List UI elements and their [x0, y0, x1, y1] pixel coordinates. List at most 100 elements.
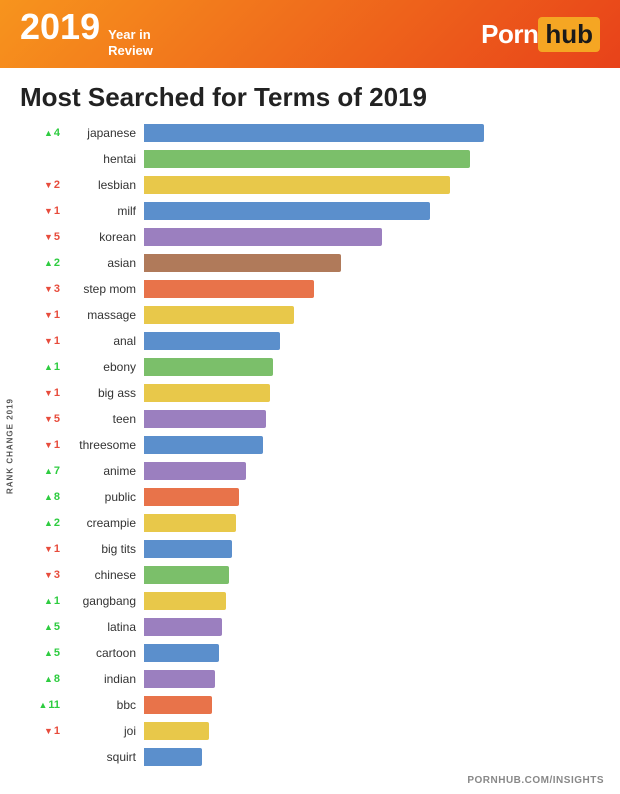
chart-row: 3step mom [20, 277, 610, 301]
chart-row: 2asian [20, 251, 610, 275]
rank-change: 1 [20, 361, 64, 373]
bar [144, 228, 382, 246]
bar-area [144, 696, 610, 714]
bar [144, 306, 294, 324]
rank-change: 8 [20, 673, 64, 685]
arrow-down-icon [44, 179, 53, 191]
bar-area [144, 722, 610, 740]
bar-area [144, 150, 610, 168]
bar [144, 332, 280, 350]
rank-change: 8 [20, 491, 64, 503]
rank-change: 2 [20, 257, 64, 269]
bar [144, 540, 232, 558]
rank-change: 1 [20, 387, 64, 399]
arrow-down-icon [44, 439, 53, 451]
chart-container: RANK CHANGE 2019 4japanesehentai2lesbian… [0, 121, 620, 771]
chart-row: 1gangbang [20, 589, 610, 613]
chart-row: 1joi [20, 719, 610, 743]
logo-hub: hub [538, 17, 600, 52]
chart-row: 5teen [20, 407, 610, 431]
chart-row: 2lesbian [20, 173, 610, 197]
bar-area [144, 540, 610, 558]
bar [144, 280, 314, 298]
rank-change: 3 [20, 569, 64, 581]
rank-change: 1 [20, 205, 64, 217]
header: 2019 Year in Review Porn hub [0, 0, 620, 68]
arrow-down-icon [44, 569, 53, 581]
rank-change: 1 [20, 439, 64, 451]
bar-area [144, 228, 610, 246]
arrow-down-icon [44, 231, 53, 243]
bar [144, 644, 219, 662]
chart-row: 4japanese [20, 121, 610, 145]
rank-change: 11 [20, 699, 64, 711]
term-label: big tits [64, 542, 144, 556]
arrow-up-icon [44, 517, 53, 529]
chart-row: 5cartoon [20, 641, 610, 665]
arrow-down-icon [44, 387, 53, 399]
year-subtitle: Year in Review [108, 27, 153, 58]
bar [144, 696, 212, 714]
chart-row: 1milf [20, 199, 610, 223]
bar [144, 202, 430, 220]
arrow-down-icon [44, 205, 53, 217]
chart-row: 1anal [20, 329, 610, 353]
bar-area [144, 384, 610, 402]
arrow-down-icon [44, 309, 53, 321]
bar-area [144, 618, 610, 636]
chart-row: squirt [20, 745, 610, 769]
rank-change: 7 [20, 465, 64, 477]
bar-area [144, 358, 610, 376]
arrow-up-icon [44, 127, 53, 139]
term-label: anime [64, 464, 144, 478]
bar-area [144, 670, 610, 688]
bar-area [144, 488, 610, 506]
chart-row: 3chinese [20, 563, 610, 587]
rank-change: 5 [20, 413, 64, 425]
chart-row: 8indian [20, 667, 610, 691]
chart-row: 1big ass [20, 381, 610, 405]
rows-area: 4japanesehentai2lesbian1milf5korean2asia… [20, 121, 610, 771]
arrow-up-icon [44, 647, 53, 659]
chart-row: 5korean [20, 225, 610, 249]
arrow-up-icon [44, 621, 53, 633]
arrow-up-icon [44, 361, 53, 373]
term-label: public [64, 490, 144, 504]
arrow-up-icon [44, 257, 53, 269]
term-label: chinese [64, 568, 144, 582]
term-label: japanese [64, 126, 144, 140]
bar [144, 254, 341, 272]
bar-area [144, 514, 610, 532]
bar-area [144, 176, 610, 194]
term-label: anal [64, 334, 144, 348]
bar [144, 592, 226, 610]
bar-area [144, 124, 610, 142]
bar-area [144, 592, 610, 610]
rank-change: 5 [20, 647, 64, 659]
bar [144, 384, 270, 402]
chart-row: hentai [20, 147, 610, 171]
bar [144, 358, 273, 376]
logo-porn: Porn [481, 19, 538, 50]
footer: PORNHUB.COM/INSIGHTS [0, 771, 620, 790]
rank-change: 4 [20, 127, 64, 139]
bar [144, 748, 202, 766]
bar [144, 514, 236, 532]
bar-area [144, 410, 610, 428]
chart-row: 11bbc [20, 693, 610, 717]
bar-area [144, 436, 610, 454]
bar [144, 670, 215, 688]
term-label: bbc [64, 698, 144, 712]
term-label: korean [64, 230, 144, 244]
chart-row: 1big tits [20, 537, 610, 561]
arrow-down-icon [44, 725, 53, 737]
bar-area [144, 566, 610, 584]
term-label: ebony [64, 360, 144, 374]
bar-area [144, 644, 610, 662]
term-label: big ass [64, 386, 144, 400]
arrow-down-icon [44, 335, 53, 347]
term-label: indian [64, 672, 144, 686]
arrow-up-icon [44, 673, 53, 685]
bar [144, 436, 263, 454]
bar [144, 618, 222, 636]
